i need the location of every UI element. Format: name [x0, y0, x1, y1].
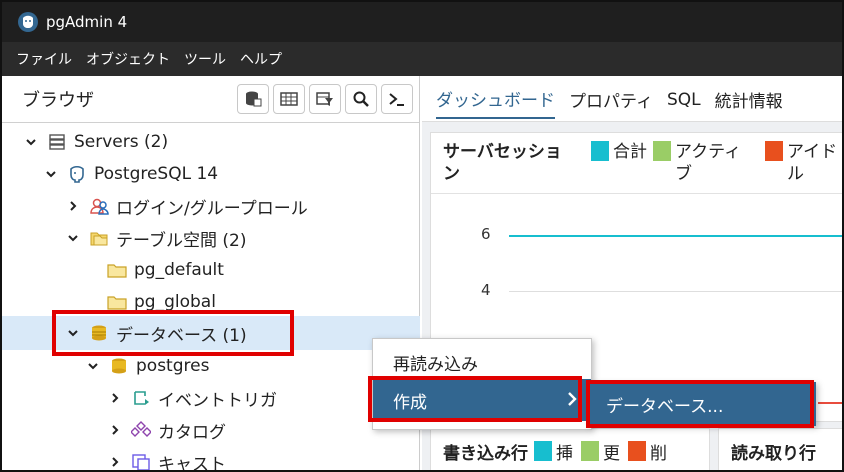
legend-label: アイドル — [787, 142, 838, 184]
tab-sql[interactable]: SQL — [667, 82, 701, 116]
highlight-box-create — [368, 376, 582, 422]
tab-dashboard[interactable]: ダッシュボード — [436, 78, 555, 119]
table-icon — [280, 92, 298, 106]
tree-label: イベントトリガ — [158, 390, 277, 411]
tree-label: PostgreSQL 14 — [94, 164, 219, 184]
legend-item-idle: アイドル — [765, 141, 842, 185]
terminal-icon — [389, 93, 404, 106]
tree-node-pg-default[interactable]: pg_default — [106, 254, 224, 286]
menu-bar: ファイル オブジェクト ツール ヘルプ — [2, 42, 842, 76]
tuples-written-card: 書き込み行 挿 更 削 — [430, 428, 710, 470]
gridline — [509, 291, 842, 292]
tree-node-casts[interactable]: キャスト — [108, 446, 226, 472]
menu-tools[interactable]: ツール — [184, 49, 226, 69]
cast-icon — [130, 452, 152, 470]
folder-icon — [106, 260, 128, 280]
tree-node-servers[interactable]: Servers (2) — [24, 126, 168, 158]
query-tool-button[interactable] — [237, 84, 269, 114]
tree-label: Servers (2) — [74, 132, 169, 152]
browser-title: ブラウザ — [22, 90, 94, 111]
legend-label: 削 — [650, 443, 667, 464]
psql-tool-button[interactable] — [381, 84, 413, 114]
chevron-down-icon[interactable] — [86, 359, 100, 373]
main-tabs: ダッシュボード プロパティ SQL 統計情報 — [422, 76, 842, 122]
tree-node-catalogs[interactable]: カタログ — [108, 414, 226, 446]
tree-node-tablespaces[interactable]: テーブル空間 (2) — [66, 222, 246, 254]
menu-file[interactable]: ファイル — [16, 49, 72, 69]
context-menu-label: 再読み込み — [393, 354, 478, 375]
catalog-icon — [130, 420, 152, 440]
menu-help[interactable]: ヘルプ — [240, 49, 282, 69]
y-tick-4: 4 — [481, 281, 491, 299]
legend-swatch — [534, 441, 552, 461]
tree-label: キャスト — [158, 454, 226, 472]
highlight-box-databases — [52, 310, 294, 356]
tuples-read-title: 読み取り行 — [731, 443, 816, 464]
elephant-icon — [16, 10, 40, 34]
filter-table-icon — [316, 92, 333, 106]
y-tick-6: 6 — [481, 225, 491, 243]
window-title: pgAdmin 4 — [46, 13, 128, 31]
tree-label: カタログ — [158, 422, 226, 443]
series-line-idle — [818, 402, 842, 404]
chevron-right-icon[interactable] — [108, 423, 122, 437]
search-button[interactable] — [345, 84, 377, 114]
browser-panel: ブラウザ Servers (2) PostgreSQL 14 ログイン/グループ… — [2, 76, 420, 472]
chevron-right-icon[interactable] — [66, 199, 80, 213]
chevron-right-icon[interactable] — [108, 455, 122, 469]
highlight-box-database-item — [586, 380, 814, 428]
legend-swatch — [591, 141, 609, 161]
tree-label: pg_default — [134, 260, 224, 280]
browser-toolbar — [237, 84, 413, 114]
legend-label: アクティブ — [675, 142, 742, 184]
legend-label: 挿 — [556, 443, 573, 464]
tree-label: ログイン/グループロール — [116, 198, 308, 219]
server-sessions-title: サーバセッション — [443, 142, 562, 184]
legend-swatch — [581, 441, 599, 461]
tuples-written-title: 書き込み行 — [443, 443, 528, 464]
browser-header: ブラウザ — [2, 76, 419, 122]
folder-icon — [106, 292, 128, 312]
title-bar: pgAdmin 4 — [2, 2, 842, 42]
tablespaces-icon — [88, 228, 110, 248]
tree-node-postgresql-14[interactable]: PostgreSQL 14 — [44, 158, 218, 190]
legend-swatch — [765, 141, 783, 161]
search-icon — [353, 91, 369, 107]
filtered-rows-button[interactable] — [309, 84, 341, 114]
card-divider — [431, 193, 842, 194]
legend-swatch — [653, 141, 671, 161]
tree-label: postgres — [136, 356, 210, 376]
database-icon — [108, 356, 130, 376]
chevron-right-icon[interactable] — [108, 391, 122, 405]
legend-label: 合計 — [613, 142, 647, 162]
tree-node-event-triggers[interactable]: イベントトリガ — [108, 382, 277, 414]
servers-icon — [46, 132, 68, 152]
chevron-down-icon[interactable] — [24, 135, 38, 149]
chevron-down-icon[interactable] — [44, 167, 58, 181]
app-window: pgAdmin 4 ファイル オブジェクト ツール ヘルプ ブラウザ Serve… — [0, 0, 844, 472]
legend-label: 更 — [603, 443, 620, 464]
menu-object[interactable]: オブジェクト — [86, 49, 170, 69]
legend-item-total: 合計 — [591, 141, 651, 163]
tree-label: pg_global — [134, 292, 216, 312]
tab-statistics[interactable]: 統計情報 — [715, 79, 783, 118]
tuples-read-card: 読み取り行 — [718, 428, 842, 470]
roles-icon — [88, 196, 110, 216]
tree-label: テーブル空間 (2) — [116, 230, 247, 251]
tab-properties[interactable]: プロパティ — [569, 79, 653, 118]
elephant-icon — [66, 164, 88, 184]
event-trigger-icon — [130, 388, 152, 408]
database-query-icon — [246, 91, 262, 107]
legend-item-active: アクティブ — [653, 141, 753, 185]
legend-swatch — [628, 441, 646, 461]
view-data-button[interactable] — [273, 84, 305, 114]
series-line-total — [509, 235, 842, 237]
tree-node-roles[interactable]: ログイン/グループロール — [66, 190, 308, 222]
chevron-down-icon[interactable] — [66, 231, 80, 245]
browser-divider — [2, 122, 419, 123]
